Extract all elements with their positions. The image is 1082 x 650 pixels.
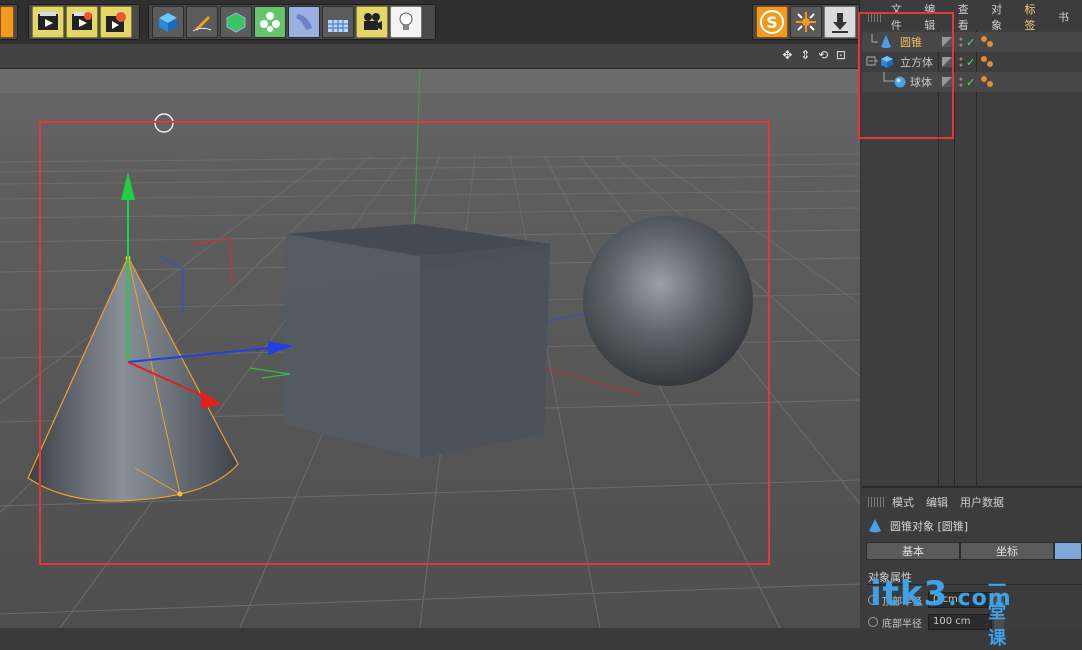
editor-render-dots-icon[interactable] bbox=[958, 76, 964, 88]
watermark-chinese: 一堂课 bbox=[988, 576, 1007, 649]
attribute-title: 圆锥对象 [圆锥] bbox=[868, 518, 968, 534]
drop-icon[interactable] bbox=[824, 6, 856, 38]
floor-icon[interactable] bbox=[322, 6, 354, 38]
snap-icon[interactable]: S bbox=[756, 6, 788, 38]
attribute-title-text: 圆锥对象 [圆锥] bbox=[890, 520, 969, 533]
attribute-tabs: 基本 坐标 bbox=[866, 542, 1082, 560]
viewport-header: ✥ ⇕ ⟲ ⊡ bbox=[0, 44, 860, 69]
undo-icon[interactable] bbox=[0, 6, 14, 38]
main-toolbar: S bbox=[0, 0, 860, 44]
enabled-check-icon[interactable]: ✓ bbox=[966, 56, 975, 69]
pen-icon[interactable] bbox=[186, 6, 218, 38]
phong-tag-icon[interactable] bbox=[980, 35, 994, 49]
tab-object[interactable] bbox=[1054, 542, 1082, 560]
keyframe-radio[interactable] bbox=[868, 617, 878, 627]
highlight-box-objects bbox=[858, 12, 954, 139]
editor-render-dots-icon[interactable] bbox=[958, 36, 964, 48]
highlight-box-viewport bbox=[39, 121, 770, 565]
cloner-icon[interactable] bbox=[254, 6, 286, 38]
camera-icon[interactable] bbox=[356, 6, 388, 38]
viewport-nav-icons[interactable]: ✥ ⇕ ⟲ ⊡ bbox=[782, 48, 848, 62]
menu-tags[interactable]: 标签 bbox=[1025, 1, 1045, 33]
tab-basic[interactable]: 基本 bbox=[866, 542, 960, 560]
editor-render-dots-icon[interactable] bbox=[958, 56, 964, 68]
watermark-text: itk3 bbox=[870, 574, 949, 614]
render-picture-icon[interactable] bbox=[66, 6, 98, 38]
menu-user-data[interactable]: 用户数据 bbox=[960, 494, 1004, 510]
objects-group bbox=[148, 4, 436, 40]
svg-text:S: S bbox=[766, 13, 778, 32]
phong-tag-icon[interactable] bbox=[980, 55, 994, 69]
light-icon[interactable] bbox=[390, 6, 422, 38]
enabled-check-icon[interactable]: ✓ bbox=[966, 36, 975, 49]
3d-viewport[interactable]: ✥ ⇕ ⟲ ⊡ bbox=[0, 44, 860, 628]
menu-mode[interactable]: 模式 bbox=[892, 494, 914, 510]
render-group bbox=[28, 4, 140, 40]
cone-icon bbox=[869, 519, 881, 533]
enabled-check-icon[interactable]: ✓ bbox=[966, 76, 975, 89]
menu-bookmarks[interactable]: 书 bbox=[1058, 9, 1069, 25]
deformer-icon[interactable] bbox=[288, 6, 320, 38]
render-view-icon[interactable] bbox=[32, 6, 64, 38]
watermark: itk3.com 一堂课 bbox=[870, 574, 1012, 649]
snap-group: S bbox=[752, 4, 860, 40]
tab-coords[interactable]: 坐标 bbox=[960, 542, 1054, 560]
subdivision-icon[interactable] bbox=[220, 6, 252, 38]
panel-grip-icon[interactable] bbox=[868, 497, 884, 507]
attribute-manager-menu: 模式 编辑 用户数据 bbox=[862, 493, 1016, 511]
menu-view[interactable]: 查看 bbox=[958, 1, 978, 33]
phong-tag-icon[interactable] bbox=[980, 75, 994, 89]
menu-objects[interactable]: 对象 bbox=[991, 1, 1011, 33]
menu-edit[interactable]: 编辑 bbox=[926, 494, 948, 510]
axis-icon[interactable] bbox=[790, 6, 822, 38]
render-settings-icon[interactable] bbox=[100, 6, 132, 38]
cube-icon[interactable] bbox=[152, 6, 184, 38]
param-label: 底部半径 bbox=[882, 618, 922, 630]
undo-group bbox=[0, 4, 18, 40]
